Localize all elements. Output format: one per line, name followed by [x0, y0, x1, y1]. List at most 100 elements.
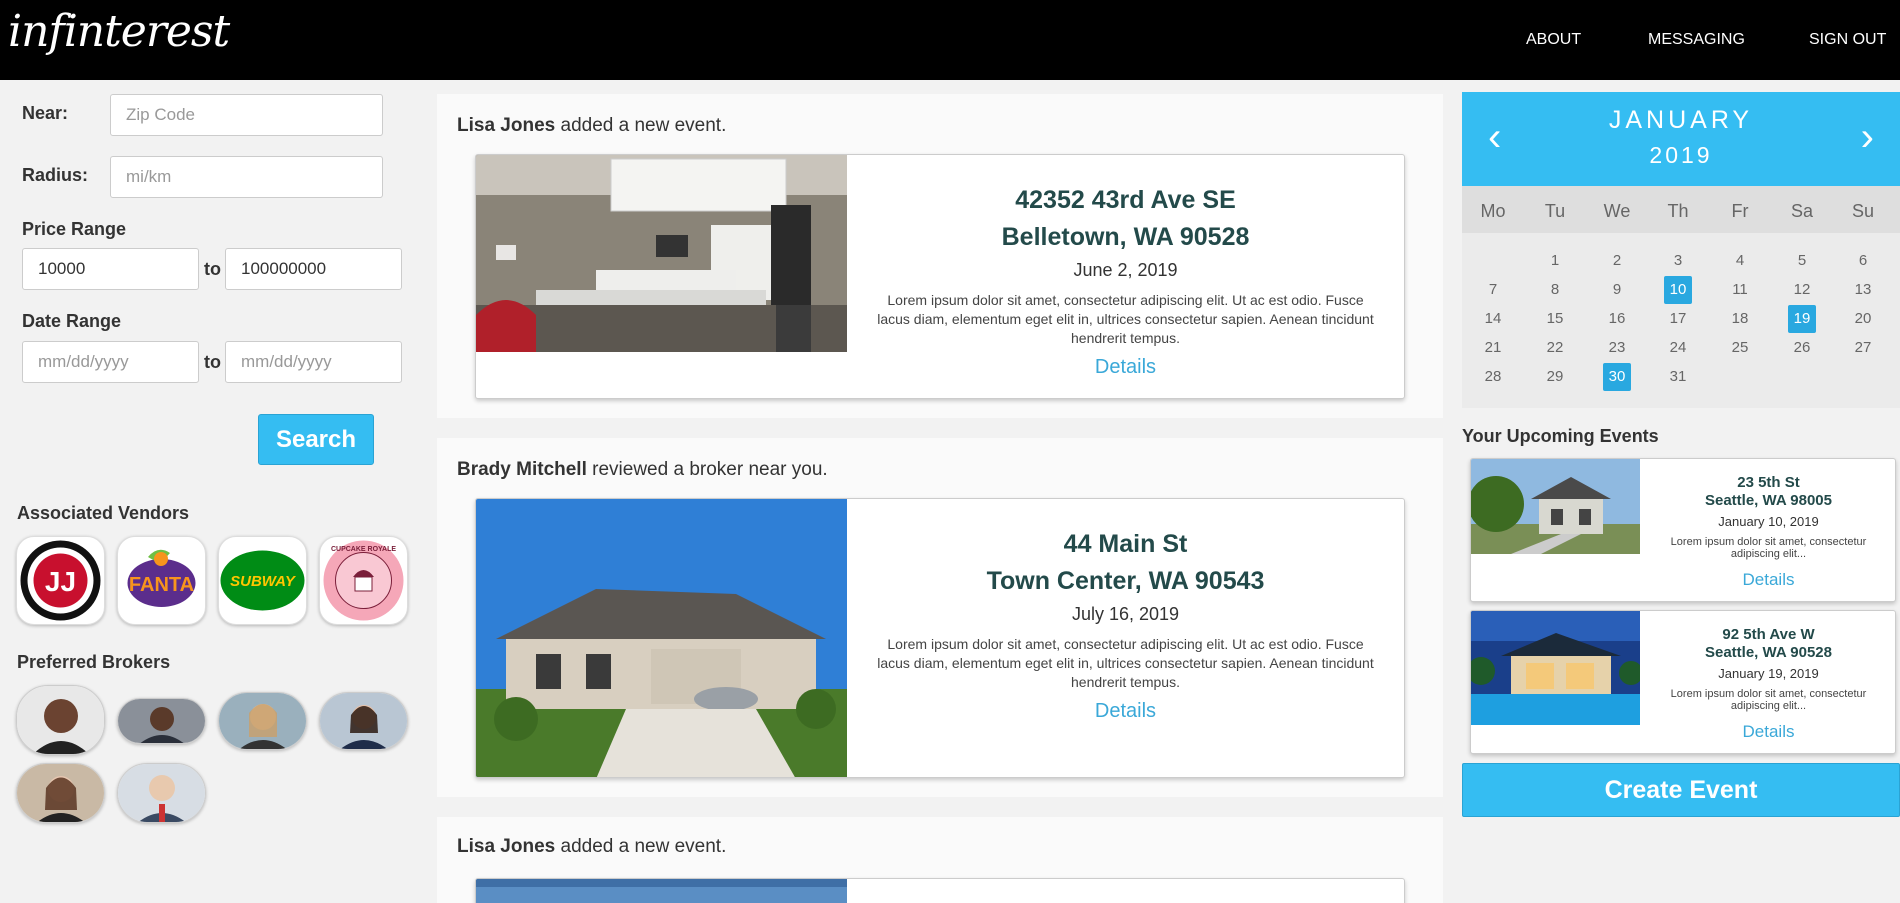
date-to-label: to: [204, 352, 221, 372]
calendar-day[interactable]: 11: [1726, 276, 1754, 304]
upcoming-event-date: January 19, 2019: [1718, 666, 1819, 681]
calendar-day-event[interactable]: 30: [1603, 363, 1631, 391]
price-to-label: to: [204, 259, 221, 279]
broker-avatar[interactable]: [218, 692, 307, 750]
subway-logo-icon: SUBWAY: [220, 550, 305, 611]
cupcake-royale-logo-icon: CUPCAKE ROYALE: [323, 540, 404, 621]
calendar-day[interactable]: 3: [1664, 247, 1692, 275]
event-address-line2: Town Center, WA 90543: [986, 567, 1265, 595]
calendar-day[interactable]: 8: [1541, 276, 1569, 304]
weekday-label: Tu: [1544, 201, 1566, 221]
post-action: added a new event.: [560, 836, 727, 857]
date-end-input[interactable]: [225, 341, 402, 383]
calendar-day[interactable]: 14: [1479, 305, 1507, 333]
upcoming-event-info: 23 5th St Seattle, WA 98005 January 10, …: [1646, 474, 1891, 590]
preferred-brokers-title: Preferred Brokers: [17, 652, 171, 672]
price-max-input[interactable]: [225, 248, 402, 290]
date-range-label: Date Range: [22, 311, 122, 331]
vendor-fanta[interactable]: FANTA: [117, 536, 206, 625]
calendar-month: JANUARY: [1608, 106, 1754, 134]
broker-photo-icon: [219, 693, 306, 749]
broker-avatar[interactable]: [117, 698, 206, 744]
event-photo: [476, 879, 847, 903]
calendar-day[interactable]: 18: [1726, 305, 1754, 333]
calendar-day[interactable]: 1: [1541, 247, 1569, 275]
zip-code-input[interactable]: [110, 94, 383, 136]
event-details-link[interactable]: Details: [847, 356, 1404, 379]
calendar-day[interactable]: 17: [1664, 305, 1692, 333]
post-action: added a new event.: [560, 115, 727, 136]
next-month-icon[interactable]: ›: [1861, 117, 1874, 157]
broker-photo-icon: [17, 686, 104, 754]
calendar-day[interactable]: 12: [1788, 276, 1816, 304]
upcoming-details-link[interactable]: Details: [1646, 570, 1891, 590]
svg-text:FANTA: FANTA: [129, 574, 194, 596]
broker-photo-icon: [118, 764, 205, 822]
calendar-day-event[interactable]: 10: [1664, 276, 1692, 304]
upcoming-event-card: 92 5th Ave W Seattle, WA 90528 January 1…: [1470, 610, 1896, 754]
calendar-day[interactable]: 25: [1726, 334, 1754, 362]
weekday-label: We: [1603, 201, 1631, 221]
calendar-day[interactable]: 9: [1603, 276, 1631, 304]
event-details-link[interactable]: Details: [847, 700, 1404, 723]
vendor-jimmy-johns[interactable]: JJ: [16, 536, 105, 625]
post-user[interactable]: Brady Mitchell: [457, 459, 587, 480]
upcoming-event-description: Lorem ipsum dolor sit amet, consectetur …: [1670, 688, 1867, 712]
calendar-day[interactable]: 22: [1541, 334, 1569, 362]
nav-sign-out-link[interactable]: SIGN OUT: [1809, 31, 1886, 49]
weekday-label: Sa: [1790, 201, 1814, 221]
date-start-input[interactable]: [22, 341, 199, 383]
upcoming-event-info: 92 5th Ave W Seattle, WA 90528 January 1…: [1646, 626, 1891, 742]
calendar-day[interactable]: 24: [1664, 334, 1692, 362]
post-header: Lisa Jones added a new event.: [457, 115, 726, 137]
upcoming-event-card: 23 5th St Seattle, WA 98005 January 10, …: [1470, 458, 1896, 602]
post-user[interactable]: Lisa Jones: [457, 115, 555, 136]
event-info: 44 Main St Town Center, WA 90543 July 16…: [847, 499, 1404, 723]
calendar-day[interactable]: 13: [1849, 276, 1877, 304]
calendar-weekdays: Mo Tu We Th Fr Sa Su: [1462, 186, 1900, 233]
calendar-day[interactable]: 29: [1541, 363, 1569, 391]
calendar-day[interactable]: 23: [1603, 334, 1631, 362]
upcoming-details-link[interactable]: Details: [1646, 722, 1891, 742]
calendar-day[interactable]: 4: [1726, 247, 1754, 275]
calendar-day[interactable]: 26: [1788, 334, 1816, 362]
calendar-day[interactable]: 28: [1479, 363, 1507, 391]
nav-about-link[interactable]: ABOUT: [1526, 31, 1581, 49]
broker-avatar[interactable]: [117, 763, 206, 823]
vendor-subway[interactable]: SUBWAY: [218, 536, 307, 625]
upcoming-address-line1: 23 5th St: [1737, 474, 1800, 491]
search-button[interactable]: Search: [258, 414, 374, 465]
calendar-day[interactable]: 15: [1541, 305, 1569, 333]
radius-input[interactable]: [110, 156, 383, 198]
calendar-day[interactable]: 27: [1849, 334, 1877, 362]
app-logo[interactable]: infinterest: [8, 6, 230, 57]
event-photo: [476, 499, 847, 777]
upcoming-address-line1: 92 5th Ave W: [1722, 626, 1815, 643]
broker-avatar[interactable]: [16, 763, 105, 823]
event-description: Lorem ipsum dolor sit amet, consectetur …: [877, 636, 1374, 690]
calendar-day[interactable]: 31: [1664, 363, 1692, 391]
calendar-header: ‹ JANUARY 2019 ›: [1462, 92, 1900, 186]
calendar-day[interactable]: 16: [1603, 305, 1631, 333]
broker-avatar[interactable]: [319, 692, 408, 750]
vendor-cupcake-royale[interactable]: CUPCAKE ROYALE: [319, 536, 408, 625]
calendar-day[interactable]: 21: [1479, 334, 1507, 362]
price-min-input[interactable]: [22, 248, 199, 290]
broker-avatar[interactable]: [16, 685, 105, 755]
create-event-button[interactable]: Create Event: [1462, 763, 1900, 817]
upcoming-event-photo: [1471, 459, 1640, 554]
event-address-line1: 44 Main St: [1063, 530, 1188, 558]
calendar-day[interactable]: 7: [1479, 276, 1507, 304]
broker-photo-icon: [17, 764, 104, 822]
calendar-day[interactable]: 2: [1603, 247, 1631, 275]
radius-label: Radius:: [22, 165, 89, 185]
calendar-day[interactable]: 20: [1849, 305, 1877, 333]
feed-post: Lisa Jones added a new event.: [437, 817, 1443, 903]
event-card: 44 Main St Town Center, WA 90543 July 16…: [475, 498, 1405, 778]
post-user[interactable]: Lisa Jones: [457, 836, 555, 857]
calendar-day-event[interactable]: 19: [1788, 305, 1816, 333]
calendar-day[interactable]: 5: [1788, 247, 1816, 275]
calendar-day[interactable]: 6: [1849, 247, 1877, 275]
nav-messaging-link[interactable]: MESSAGING: [1648, 31, 1745, 49]
event-address-line2: Belletown, WA 90528: [1001, 223, 1250, 251]
